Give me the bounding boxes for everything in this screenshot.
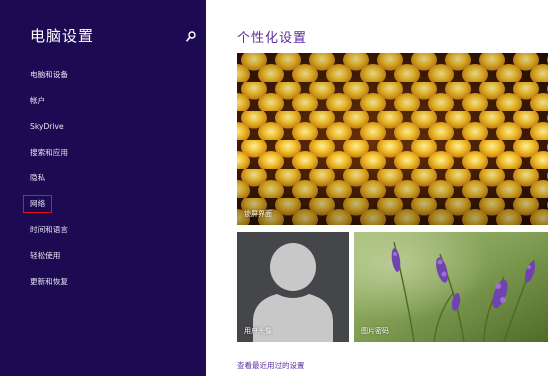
sidebar-item-pc-and-devices[interactable]: 电脑和设备 [30, 69, 68, 81]
sidebar-item-privacy[interactable]: 隐私 [30, 172, 45, 184]
picture-password-label: 图片密码 [361, 327, 389, 335]
page-title: 个性化设置 [237, 31, 308, 46]
user-avatar-tile[interactable]: 用户头像 [237, 232, 349, 342]
picture-password-tile[interactable]: 图片密码 [354, 232, 548, 342]
sidebar-item-update-and-recovery[interactable]: 更新和恢复 [30, 276, 68, 288]
sidebar-item-search-and-apps[interactable]: 搜索和应用 [30, 147, 68, 159]
sidebar-item-network[interactable]: 网络 [22, 195, 53, 213]
user-avatar-label: 用户头像 [244, 327, 272, 335]
sidebar-item-accounts[interactable]: 帐户 [30, 95, 45, 107]
sidebar-item-skydrive[interactable]: SkyDrive [30, 121, 64, 133]
search-icon[interactable] [186, 31, 196, 42]
lock-screen-image [237, 53, 548, 225]
lock-screen-label: 锁屏界面 [244, 210, 272, 218]
recent-settings-link[interactable]: 查看最近用过的设置 [237, 360, 305, 371]
main-panel: 个性化设置 锁屏界面 用户头像 图片密码 查看最近用过的设置 [206, 0, 554, 376]
sidebar-item-time-and-language[interactable]: 时间和语言 [30, 224, 68, 236]
sidebar-item-ease-of-access[interactable]: 轻松使用 [30, 250, 60, 262]
lock-screen-tile[interactable]: 锁屏界面 [237, 53, 548, 225]
sidebar-title: 电脑设置 [30, 27, 95, 45]
sidebar: 电脑设置 电脑和设备 帐户 SkyDrive 搜索和应用 隐私 网络 时间和语言… [0, 0, 206, 376]
